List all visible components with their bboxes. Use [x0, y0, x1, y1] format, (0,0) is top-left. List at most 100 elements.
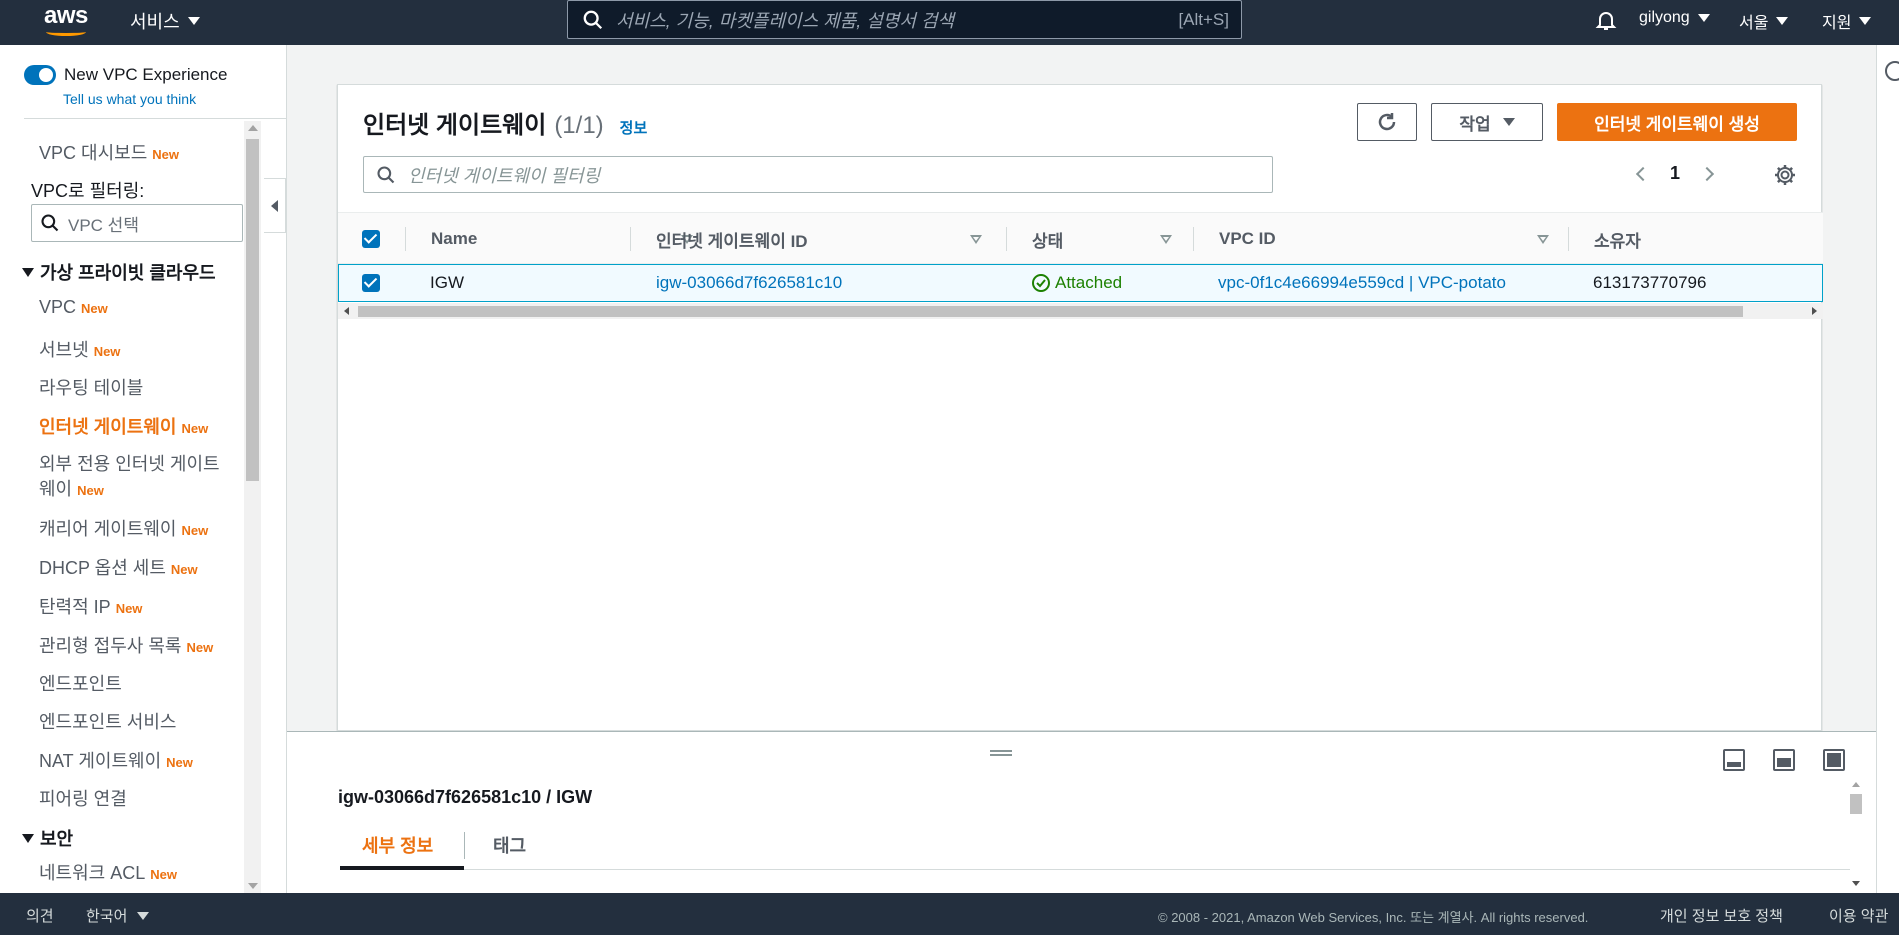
sidebar-item-vpc-dashboard[interactable]: VPC 대시보드 New — [39, 139, 179, 165]
feedback-link[interactable]: Tell us what you think — [63, 91, 196, 107]
new-badge: New — [181, 523, 209, 538]
cell-vpc-id-link[interactable]: vpc-0f1c4e66994e559cd | VPC-potato — [1218, 265, 1506, 301]
scroll-left-arrow-icon[interactable] — [344, 307, 349, 315]
refresh-button[interactable] — [1357, 103, 1417, 141]
column-label: 소유자 — [1594, 231, 1641, 251]
region-menu[interactable]: 서울 — [1739, 9, 1789, 33]
panel-bottom-small-icon[interactable] — [1723, 749, 1745, 771]
sidebar-item-nat-gateways[interactable]: NAT 게이트웨이 New — [39, 747, 193, 773]
panel-maximize-icon[interactable] — [1823, 749, 1845, 771]
split-panel-scrollbar[interactable] — [1848, 780, 1864, 888]
sidebar-item-peering[interactable]: 피어링 연결 — [39, 785, 127, 811]
actions-button[interactable]: 작업 — [1431, 103, 1543, 141]
scroll-right-arrow-icon[interactable] — [1812, 307, 1817, 315]
sidebar-item-label: 네트워크 ACL — [39, 863, 146, 883]
page-number[interactable]: 1 — [1670, 163, 1680, 184]
terms-link[interactable]: 이용 약관 — [1829, 905, 1888, 926]
cell-igw-id-link[interactable]: igw-03066d7f626581c10 — [656, 265, 842, 301]
sidebar-item-egress-only-igw[interactable]: 외부 전용 인터넷 게이트 웨이 New — [39, 452, 220, 503]
sidebar-item-dhcp-options[interactable]: DHCP 옵션 세트 New — [39, 554, 198, 580]
new-badge: New — [152, 147, 179, 162]
table-horizontal-scrollbar[interactable] — [338, 303, 1823, 319]
sidebar-item-label: 외부 전용 인터넷 게이트 — [39, 454, 220, 474]
notifications-bell-icon[interactable] — [1594, 8, 1618, 32]
select-all-checkbox[interactable] — [362, 213, 380, 265]
scroll-up-arrow-icon[interactable] — [248, 125, 258, 131]
scrollbar-thumb[interactable] — [358, 306, 1743, 317]
column-label: 상태 — [1032, 231, 1064, 251]
table-row[interactable]: IGW igw-03066d7f626581c10 Attached vpc-0… — [338, 264, 1823, 302]
column-separator — [1193, 227, 1194, 251]
vpc-select-input[interactable]: VPC 선택 — [31, 204, 243, 242]
section-security[interactable]: 보안 — [22, 825, 73, 851]
scroll-down-arrow-icon[interactable] — [1852, 881, 1860, 886]
support-menu[interactable]: 지원 — [1822, 9, 1872, 33]
toggle-switch[interactable] — [24, 65, 56, 85]
sidebar-item-route-tables[interactable]: 라우팅 테이블 — [39, 374, 143, 400]
column-header-name[interactable]: Name — [431, 213, 693, 265]
internet-gateways-panel: 인터넷 게이트웨이 (1/1) 정보 작업 인터넷 게이트웨이 생성 인터넷 게… — [337, 84, 1823, 731]
footer-feedback-link[interactable]: 의견 — [26, 905, 54, 926]
scroll-up-arrow-icon[interactable] — [1852, 782, 1860, 787]
sidebar-item-label: DHCP 옵션 세트 — [39, 558, 166, 578]
sidebar-item-endpoint-services[interactable]: 엔드포인트 서비스 — [39, 708, 176, 734]
resize-handle-icon[interactable] — [990, 750, 1012, 756]
help-panel-strip — [1876, 45, 1899, 893]
new-vpc-experience-toggle[interactable]: New VPC Experience — [24, 65, 227, 85]
services-menu[interactable]: 서비스 — [130, 8, 200, 34]
region-name: 서울 — [1739, 15, 1769, 32]
sidebar-item-label-line2: 웨이 — [39, 479, 73, 499]
row-checkbox[interactable] — [362, 265, 380, 301]
details-tabs: 세부 정보 태그 — [340, 820, 1850, 870]
footer: 의견 한국어 © 2008 - 2021, Amazon Web Service… — [0, 893, 1899, 935]
checkbox-checked-icon — [362, 274, 380, 292]
checkbox-checked-icon — [362, 230, 380, 248]
active-tab-underline — [340, 866, 464, 870]
sidebar-item-subnets[interactable]: 서브넷 New — [39, 336, 120, 362]
column-header-igw-id[interactable]: 인터넷 게이트웨이 ID — [656, 213, 1016, 265]
scrollbar-thumb[interactable] — [1850, 794, 1862, 814]
user-menu[interactable]: gilyong — [1639, 9, 1710, 27]
sidebar-item-vpc[interactable]: VPC New — [39, 297, 108, 318]
scrollbar-thumb[interactable] — [246, 139, 259, 481]
column-header-owner[interactable]: 소유자 — [1594, 213, 1794, 265]
previous-page-icon[interactable] — [1635, 166, 1651, 181]
column-header-vpc-id[interactable]: VPC ID — [1219, 213, 1579, 265]
next-page-icon[interactable] — [1699, 166, 1715, 181]
tab-tags[interactable]: 태그 — [493, 820, 526, 870]
sidebar-item-elastic-ip[interactable]: 탄력적 IP New — [39, 593, 142, 619]
info-icon[interactable] — [1885, 61, 1899, 81]
filter-input[interactable]: 인터넷 게이트웨이 필터링 — [363, 156, 1273, 193]
divider — [24, 118, 287, 119]
sidebar-item-prefix-lists[interactable]: 관리형 접두사 목록 New — [39, 632, 213, 658]
info-link[interactable]: 정보 — [620, 117, 648, 138]
sidebar-item-label: VPC — [39, 297, 77, 317]
sidebar-item-network-acl[interactable]: 네트워크 ACL New — [39, 859, 177, 885]
sidebar-item-label: 엔드포인트 서비스 — [39, 712, 177, 732]
search-icon — [41, 214, 59, 232]
panel-title-text: 인터넷 게이트웨이 — [363, 112, 547, 139]
sidebar-scrollbar[interactable] — [244, 121, 261, 893]
sidebar-item-carrier-gateways[interactable]: 캐리어 게이트웨이 New — [39, 515, 208, 541]
sidebar-item-internet-gateways[interactable]: 인터넷 게이트웨이 New — [39, 413, 208, 439]
panel-bottom-large-icon[interactable] — [1773, 749, 1795, 771]
section-virtual-private-cloud[interactable]: 가상 프라이빗 클라우드 — [22, 259, 216, 285]
sidebar-item-endpoints[interactable]: 엔드포인트 — [39, 670, 122, 696]
search-placeholder: 서비스, 기능, 마켓플레이스 제품, 설명서 검색 — [616, 10, 955, 31]
preferences-gear-icon[interactable] — [1773, 163, 1797, 187]
sidebar-collapse-button[interactable] — [264, 178, 286, 233]
new-badge: New — [93, 344, 121, 359]
column-header-state[interactable]: 상태 — [1032, 213, 1212, 265]
aws-logo[interactable]: aws — [44, 4, 90, 38]
sort-icon — [970, 235, 982, 244]
tab-details[interactable]: 세부 정보 — [362, 820, 433, 870]
create-internet-gateway-button[interactable]: 인터넷 게이트웨이 생성 — [1557, 103, 1797, 141]
new-badge: New — [186, 640, 214, 655]
language-selector[interactable]: 한국어 — [86, 905, 150, 926]
sidebar-item-label: 탄력적 IP — [39, 597, 111, 617]
search-icon — [583, 10, 603, 29]
scroll-down-arrow-icon[interactable] — [248, 883, 258, 889]
state-text: Attached — [1055, 273, 1123, 292]
global-search-input[interactable]: 서비스, 기능, 마켓플레이스 제품, 설명서 검색 [Alt+S] — [567, 0, 1242, 39]
privacy-policy-link[interactable]: 개인 정보 보호 정책 — [1660, 905, 1783, 926]
